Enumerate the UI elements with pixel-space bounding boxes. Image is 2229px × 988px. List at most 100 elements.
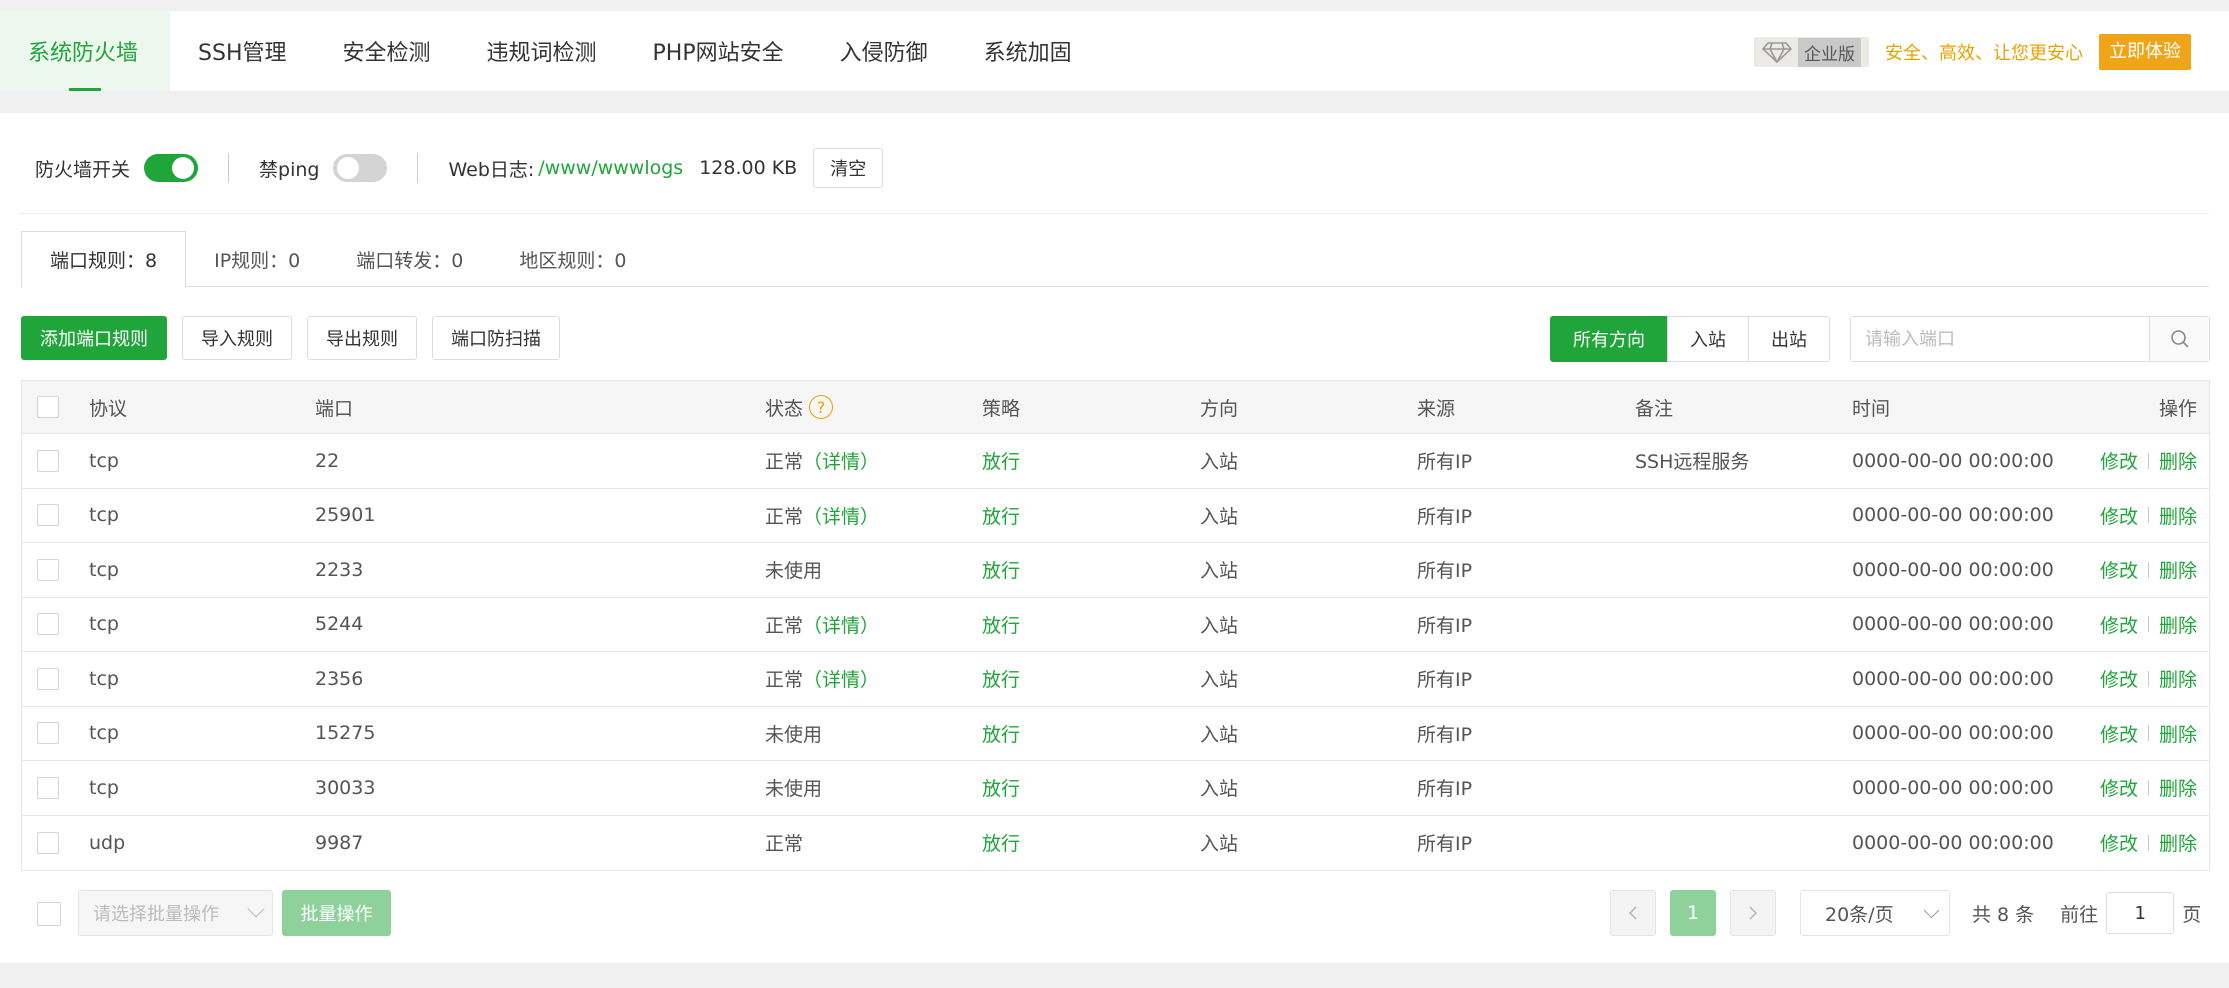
- cell-status: 未使用: [765, 774, 822, 801]
- row-checkbox[interactable]: [37, 449, 59, 472]
- import-rules-button[interactable]: 导入规则: [182, 316, 292, 360]
- row-checkbox[interactable]: [37, 667, 59, 690]
- enterprise-badge: 企业版: [1754, 37, 1869, 67]
- port-search: [1850, 316, 2210, 362]
- pagination: 1 20条/页 共 8 条 前往 页: [1610, 890, 2201, 936]
- delete-link[interactable]: 删除: [2159, 720, 2197, 747]
- table-row: udp 9987 正常 放行 入站 所有IP 0000-00-00 00:00:…: [22, 816, 2209, 871]
- tab-intrusion-defense[interactable]: 入侵防御: [812, 11, 956, 91]
- header-direction: 方向: [1200, 397, 1239, 420]
- cell-operations: 修改 删除: [2100, 720, 2197, 747]
- delete-link[interactable]: 删除: [2159, 665, 2197, 692]
- select-all-checkbox[interactable]: [37, 396, 59, 418]
- help-icon[interactable]: ?: [809, 395, 834, 419]
- weblog-path-link[interactable]: /www/wwwlogs: [538, 157, 683, 179]
- edit-link[interactable]: 修改: [2100, 611, 2138, 638]
- try-now-button[interactable]: 立即体验: [2099, 34, 2191, 70]
- page-suffix: 页: [2182, 903, 2202, 926]
- filter-inbound[interactable]: 入站: [1667, 316, 1749, 362]
- promo-text: 安全、高效、让您更安心: [1885, 43, 2083, 64]
- table-row: tcp 2356 正常 （详情） 放行 入站 所有IP 0000-00-00 00…: [22, 652, 2209, 707]
- edit-link[interactable]: 修改: [2100, 447, 2138, 474]
- cell-operations: 修改 删除: [2100, 611, 2197, 638]
- tab-label: 系统加固: [983, 41, 1072, 66]
- status-text: 未使用: [765, 560, 823, 583]
- status-detail-link[interactable]: （详情）: [803, 447, 879, 474]
- cell-source: 所有IP: [1417, 614, 1473, 637]
- goto-page-input[interactable]: [2106, 892, 2175, 934]
- ping-switch[interactable]: [333, 154, 388, 182]
- cell-protocol: tcp: [89, 613, 119, 636]
- divider: [2147, 670, 2149, 687]
- add-port-rule-button[interactable]: 添加端口规则: [21, 316, 167, 360]
- delete-link[interactable]: 删除: [2159, 502, 2197, 529]
- row-checkbox[interactable]: [37, 558, 59, 581]
- export-rules-button[interactable]: 导出规则: [307, 316, 417, 360]
- status-detail-link[interactable]: （详情）: [803, 611, 879, 638]
- edit-link[interactable]: 修改: [2100, 829, 2138, 856]
- firewall-switch[interactable]: [144, 154, 199, 182]
- cell-source: 所有IP: [1417, 505, 1473, 528]
- row-checkbox[interactable]: [37, 613, 59, 636]
- search-button[interactable]: [2149, 317, 2209, 361]
- tab-security-scan[interactable]: 安全检测: [315, 11, 459, 91]
- edit-link[interactable]: 修改: [2100, 774, 2138, 801]
- divider: [228, 153, 230, 183]
- tab-php-security[interactable]: PHP网站安全: [625, 11, 812, 91]
- filter-all-directions[interactable]: 所有方向: [1550, 316, 1668, 362]
- tab-system-firewall[interactable]: 系统防火墙: [0, 11, 171, 91]
- edit-link[interactable]: 修改: [2100, 556, 2138, 583]
- next-page-button[interactable]: [1730, 890, 1776, 936]
- cell-port: 25901: [315, 504, 376, 527]
- delete-link[interactable]: 删除: [2159, 447, 2197, 474]
- cell-operations: 修改 删除: [2100, 556, 2197, 583]
- tab-ssh[interactable]: SSH管理: [170, 11, 314, 91]
- table-row: tcp 25901 正常 （详情） 放行 入站 所有IP 0000-00-00 0…: [22, 489, 2209, 543]
- ping-switch-label: 禁ping: [259, 158, 320, 181]
- page-number[interactable]: 1: [1670, 890, 1716, 936]
- clear-log-button[interactable]: 清空: [813, 148, 884, 188]
- delete-link[interactable]: 删除: [2159, 556, 2197, 583]
- divider: [2147, 507, 2149, 524]
- tab-port-rules[interactable]: 端口规则：8: [21, 231, 187, 288]
- port-anti-scan-button[interactable]: 端口防扫描: [432, 316, 560, 360]
- promo-area: 企业版 安全、高效、让您更安心 立即体验: [1754, 34, 2191, 70]
- tab-system-hardening[interactable]: 系统加固: [956, 11, 1100, 91]
- tab-port-forward[interactable]: 端口转发：0: [328, 231, 491, 287]
- page-size-select[interactable]: 20条/页: [1800, 890, 1950, 936]
- cell-policy: 放行: [982, 723, 1021, 746]
- cell-time: 0000-00-00 00:00:00: [1852, 776, 2054, 799]
- cell-port: 15275: [315, 722, 376, 745]
- tab-ip-rules[interactable]: IP规则：0: [186, 231, 328, 287]
- status-detail-link[interactable]: （详情）: [803, 502, 879, 529]
- row-checkbox[interactable]: [37, 831, 59, 854]
- delete-link[interactable]: 删除: [2159, 829, 2197, 856]
- cell-policy: 放行: [982, 560, 1021, 583]
- cell-status: 正常 （详情）: [765, 502, 879, 529]
- header-status: 状态 ?: [765, 394, 834, 421]
- row-checkbox[interactable]: [37, 722, 59, 745]
- batch-select-all-checkbox[interactable]: [37, 902, 61, 926]
- prev-page-button[interactable]: [1610, 890, 1656, 936]
- status-detail-link[interactable]: （详情）: [803, 665, 879, 692]
- edit-link[interactable]: 修改: [2100, 720, 2138, 747]
- tab-banned-words[interactable]: 违规词检测: [459, 11, 625, 91]
- delete-link[interactable]: 删除: [2159, 774, 2197, 801]
- batch-operation-button[interactable]: 批量操作: [282, 890, 391, 936]
- port-search-input[interactable]: [1851, 317, 2149, 361]
- filter-outbound[interactable]: 出站: [1748, 316, 1830, 362]
- delete-link[interactable]: 删除: [2159, 611, 2197, 638]
- tab-region-rules[interactable]: 地区规则：0: [491, 231, 654, 287]
- table-row: tcp 5244 正常 （详情） 放行 入站 所有IP 0000-00-00 00…: [22, 598, 2209, 652]
- tab-label: 安全检测: [342, 41, 431, 66]
- divider: [2147, 452, 2149, 469]
- row-checkbox[interactable]: [37, 776, 59, 799]
- edit-link[interactable]: 修改: [2100, 665, 2138, 692]
- row-checkbox[interactable]: [37, 504, 59, 527]
- cell-port: 9987: [315, 831, 364, 854]
- status-text: 未使用: [765, 723, 823, 746]
- status-text: 正常: [765, 451, 804, 474]
- edit-link[interactable]: 修改: [2100, 502, 2138, 529]
- search-icon: [2170, 330, 2189, 348]
- batch-operation-select[interactable]: 请选择批量操作: [78, 890, 273, 936]
